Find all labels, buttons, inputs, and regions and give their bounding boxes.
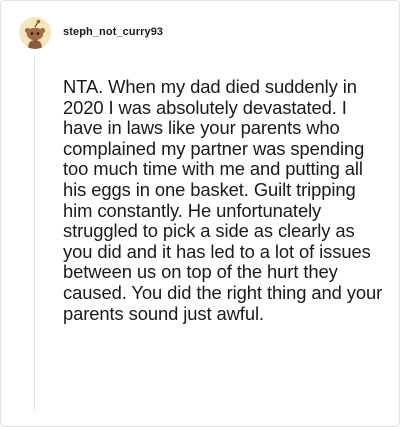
user-avatar[interactable]: [19, 17, 51, 49]
comment-body-text: NTA. When my dad died suddenly in 2020 I…: [63, 76, 383, 324]
snoo-avatar-icon: [19, 17, 51, 49]
username[interactable]: steph_not_curry93: [63, 26, 163, 38]
comment-card: steph_not_curry93 NTA. When my dad died …: [0, 0, 400, 427]
thread-line[interactable]: [34, 57, 35, 411]
